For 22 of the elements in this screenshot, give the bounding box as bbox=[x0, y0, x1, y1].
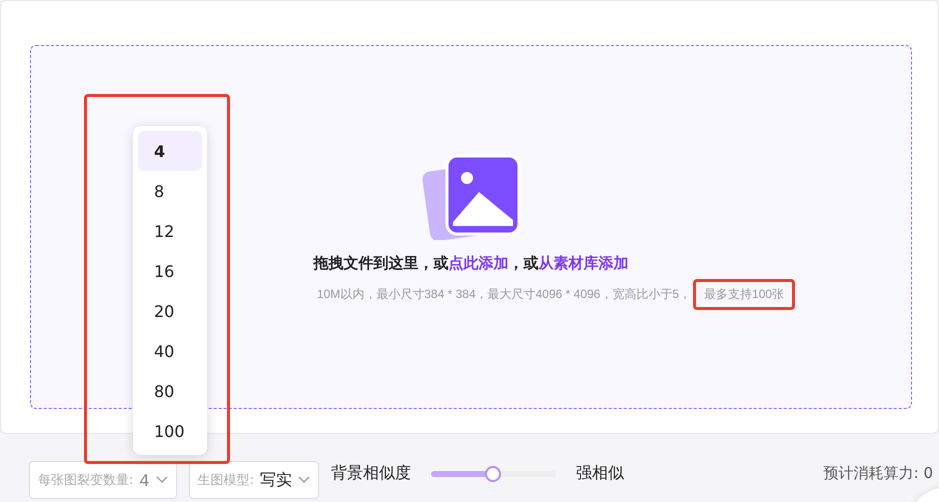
dropdown-option[interactable]: 100 bbox=[138, 411, 202, 451]
add-link[interactable]: 从素材库添加 bbox=[538, 254, 628, 272]
dropdown-option[interactable]: 16 bbox=[138, 251, 202, 291]
chevron-down-icon bbox=[156, 476, 168, 484]
upload-hint: 10M以内，最小尺寸384 * 384，最大尺寸4096 * 4096，宽高比小于5， bbox=[316, 286, 692, 303]
dropdown-option[interactable]: 12 bbox=[138, 211, 202, 251]
dropdown-option[interactable]: 20 bbox=[138, 291, 202, 331]
dropdown-option[interactable]: 80 bbox=[138, 371, 202, 411]
variant-count-select[interactable]: 每张图裂变数量: 4 bbox=[29, 461, 177, 499]
similarity-end-label: 强相似 bbox=[576, 463, 624, 484]
dropdown-option[interactable]: 4 bbox=[138, 131, 202, 171]
chevron-down-icon bbox=[298, 476, 310, 484]
cost-estimate: 预计消耗算力: 0 bbox=[824, 464, 933, 483]
slider-thumb[interactable] bbox=[485, 466, 502, 482]
similarity-label: 背景相似度 bbox=[330, 463, 411, 484]
dropdown-option[interactable]: 40 bbox=[138, 331, 202, 371]
upload-limit: 最多支持100张 bbox=[704, 286, 784, 303]
image-upload-icon bbox=[421, 154, 521, 240]
model-select[interactable]: 生图模型: 写实 bbox=[188, 461, 319, 499]
add-link[interactable]: 点此添加 bbox=[448, 254, 508, 272]
dropdown-option[interactable]: 8 bbox=[138, 171, 202, 211]
drop-instruction: 拖拽文件到这里，或点此添加，或从素材库添加 bbox=[314, 254, 628, 273]
